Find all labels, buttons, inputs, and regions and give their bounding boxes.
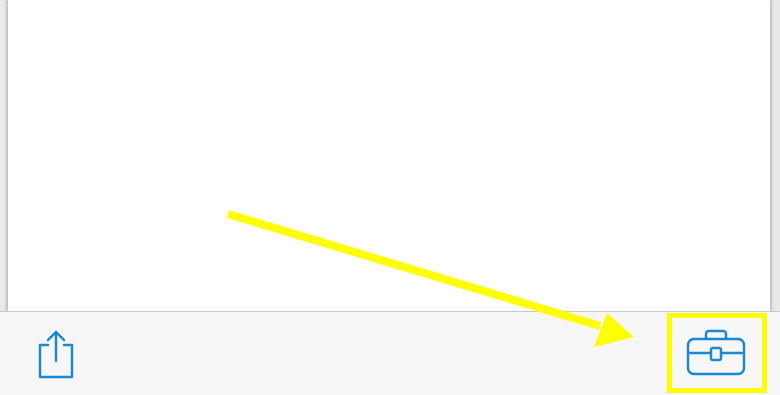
document-page[interactable] (8, 0, 770, 311)
bottom-toolbar (0, 311, 780, 395)
share-icon (38, 330, 74, 379)
app-screen (0, 0, 780, 395)
toolbox-icon (686, 329, 746, 375)
share-button[interactable] (28, 326, 84, 384)
toolbox-button[interactable] (670, 314, 762, 391)
